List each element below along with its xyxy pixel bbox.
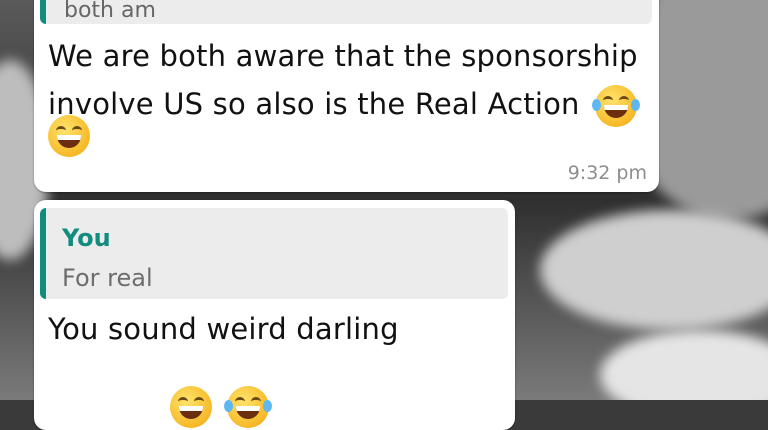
message-timestamp: 9:32 pm <box>567 162 647 184</box>
emoji-row <box>164 386 273 428</box>
face-with-tears-of-joy-icon <box>224 386 273 428</box>
quoted-message-text: For real <box>62 264 153 292</box>
face-with-tears-of-joy-icon <box>592 85 641 127</box>
message-bubble-received[interactable]: You For real You sound weird darling <box>34 200 515 430</box>
quote-accent-bar <box>40 208 46 299</box>
quoted-message-author: You <box>62 224 111 252</box>
grinning-face-icon <box>48 115 90 157</box>
emoji-row <box>48 115 90 157</box>
grinning-face-icon <box>170 386 212 428</box>
message-bubble-received[interactable]: both am We are both aware that the spons… <box>34 0 659 192</box>
message-text-content: We are both aware that the sponsorship i… <box>48 39 638 121</box>
message-text: You sound weird darling <box>48 312 399 346</box>
message-text: We are both aware that the sponsorship i… <box>48 32 648 128</box>
quoted-message-text: both am <box>64 0 156 23</box>
quote-accent-bar <box>40 0 46 24</box>
quoted-message[interactable]: both am <box>40 0 652 24</box>
quoted-message[interactable]: You For real <box>40 208 508 299</box>
